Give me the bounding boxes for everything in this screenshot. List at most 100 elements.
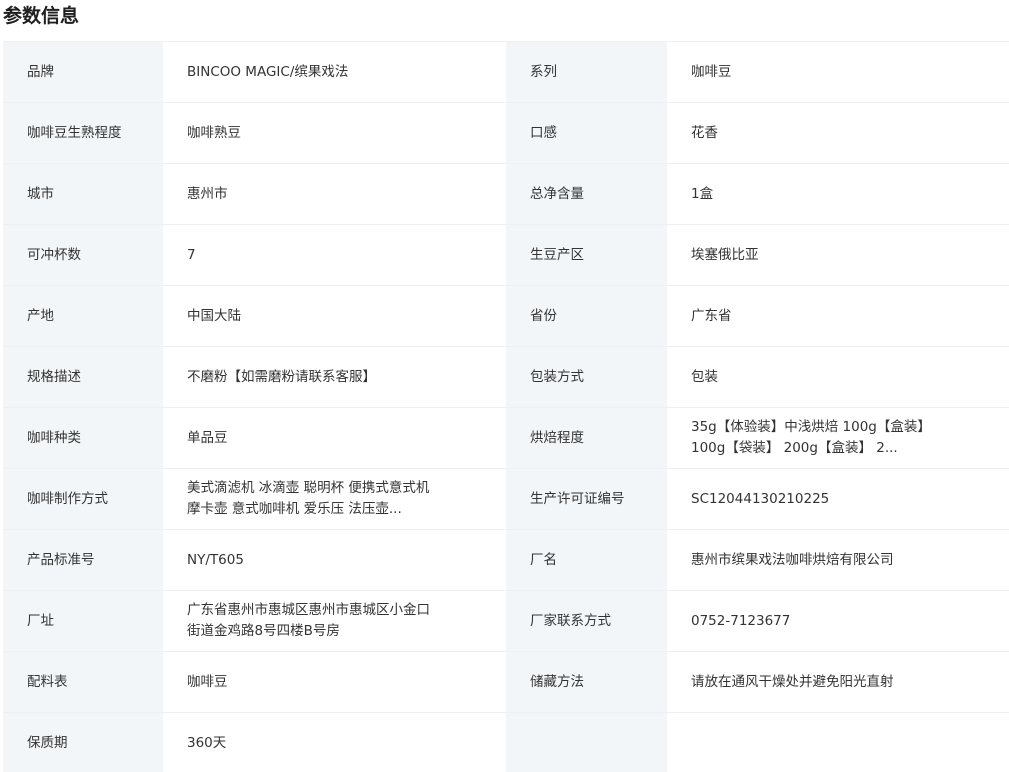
param-label-text: 城市 xyxy=(27,185,54,202)
params-table: 品牌 BINCOO MAGIC/缤果戏法 系列 咖啡豆 咖啡豆生熟程度 咖啡熟豆… xyxy=(3,41,1009,772)
param-value-text: 中国大陆 xyxy=(187,307,241,324)
param-value-text: 不磨粉【如需磨粉请联系客服】 xyxy=(187,368,376,385)
param-label: 厂址 xyxy=(3,591,163,651)
param-value: 请放在通风干燥处并避免阳光直射 xyxy=(667,652,1009,712)
param-label: 城市 xyxy=(3,164,163,224)
param-label: 规格描述 xyxy=(3,347,163,407)
param-label: 保质期 xyxy=(3,713,163,772)
param-value-text: 美式滴滤机 冰滴壶 聪明杯 便携式意式机 摩卡壶 意式咖啡机 爱乐压 法压壶..… xyxy=(187,480,430,517)
param-value: SC12044130210225 xyxy=(667,469,1009,529)
param-value-text: 单品豆 xyxy=(187,429,228,446)
param-value-text: SC12044130210225 xyxy=(691,490,830,507)
param-label-text: 厂名 xyxy=(530,551,557,568)
param-label: 烘焙程度 xyxy=(506,408,667,468)
param-value: 中国大陆 xyxy=(163,286,506,346)
params-page: 参数信息 品牌 BINCOO MAGIC/缤果戏法 系列 咖啡豆 咖啡豆生熟程度… xyxy=(0,0,1009,772)
table-row: 咖啡制作方式 美式滴滤机 冰滴壶 聪明杯 便携式意式机 摩卡壶 意式咖啡机 爱乐… xyxy=(3,469,1009,530)
param-label-text: 厂家联系方式 xyxy=(530,612,611,629)
param-value: 0752-7123677 xyxy=(667,591,1009,651)
param-label: 产地 xyxy=(3,286,163,346)
param-label-text: 烘焙程度 xyxy=(530,429,584,446)
param-label: 系列 xyxy=(506,42,667,102)
param-label: 品牌 xyxy=(3,42,163,102)
param-label-text: 品牌 xyxy=(27,63,54,80)
param-label-text: 储藏方法 xyxy=(530,673,584,690)
param-label-text: 咖啡豆生熟程度 xyxy=(27,124,122,141)
param-value-text: 35g【体验装】中浅烘焙 100g【盒装】 100g【袋装】 200g【盒装】 … xyxy=(691,419,931,456)
table-row: 产地 中国大陆 省份 广东省 xyxy=(3,286,1009,347)
param-value-text: BINCOO MAGIC/缤果戏法 xyxy=(187,63,349,80)
param-label: 口感 xyxy=(506,103,667,163)
param-value-text: 埃塞俄比亚 xyxy=(691,246,759,263)
param-value-text: NY/T605 xyxy=(187,551,244,568)
param-label-text: 厂址 xyxy=(27,612,54,629)
param-value: 单品豆 xyxy=(163,408,506,468)
param-value: 包装 xyxy=(667,347,1009,407)
table-row: 厂址 广东省惠州市惠城区惠州市惠城区小金口街道金鸡路8号四楼B号房 厂家联系方式… xyxy=(3,591,1009,652)
param-value: 咖啡豆 xyxy=(667,42,1009,102)
param-value: 35g【体验装】中浅烘焙 100g【盒装】 100g【袋装】 200g【盒装】 … xyxy=(667,408,1009,468)
param-label-text: 咖啡种类 xyxy=(27,429,81,446)
param-value: 埃塞俄比亚 xyxy=(667,225,1009,285)
param-label: 省份 xyxy=(506,286,667,346)
param-label-text: 省份 xyxy=(530,307,557,324)
param-label: 咖啡制作方式 xyxy=(3,469,163,529)
param-value-text: 咖啡豆 xyxy=(187,673,228,690)
param-value: 360天 xyxy=(163,713,506,772)
param-label-text: 产地 xyxy=(27,307,54,324)
param-value-text: 包装 xyxy=(691,368,718,385)
param-value: 1盒 xyxy=(667,164,1009,224)
param-value: 广东省 xyxy=(667,286,1009,346)
param-label: 生产许可证编号 xyxy=(506,469,667,529)
param-value-text: 7 xyxy=(187,246,196,263)
param-label: 总净含量 xyxy=(506,164,667,224)
param-label-text: 产品标准号 xyxy=(27,551,95,568)
param-value: 美式滴滤机 冰滴壶 聪明杯 便携式意式机 摩卡壶 意式咖啡机 爱乐压 法压壶..… xyxy=(163,469,506,529)
param-value-text: 惠州市 xyxy=(187,185,228,202)
param-value: 花香 xyxy=(667,103,1009,163)
param-label-text: 总净含量 xyxy=(530,185,584,202)
param-value: BINCOO MAGIC/缤果戏法 xyxy=(163,42,506,102)
param-value-text: 咖啡熟豆 xyxy=(187,124,241,141)
param-label-text: 生产许可证编号 xyxy=(530,490,625,507)
param-label-text: 系列 xyxy=(530,63,557,80)
param-value: 咖啡豆 xyxy=(163,652,506,712)
param-label: 咖啡豆生熟程度 xyxy=(3,103,163,163)
param-label: 厂家联系方式 xyxy=(506,591,667,651)
table-row: 可冲杯数 7 生豆产区 埃塞俄比亚 xyxy=(3,225,1009,286)
table-row: 配料表 咖啡豆 储藏方法 请放在通风干燥处并避免阳光直射 xyxy=(3,652,1009,713)
param-label: 生豆产区 xyxy=(506,225,667,285)
param-value-text: 惠州市缤果戏法咖啡烘焙有限公司 xyxy=(691,551,894,568)
param-label-text: 咖啡制作方式 xyxy=(27,490,108,507)
param-label-text: 包装方式 xyxy=(530,368,584,385)
param-value-text: 广东省惠州市惠城区惠州市惠城区小金口街道金鸡路8号四楼B号房 xyxy=(187,602,430,639)
section-title: 参数信息 xyxy=(3,5,80,27)
param-value: 咖啡熟豆 xyxy=(163,103,506,163)
table-row: 品牌 BINCOO MAGIC/缤果戏法 系列 咖啡豆 xyxy=(3,42,1009,103)
param-value-text: 360天 xyxy=(187,734,227,751)
param-label-text: 规格描述 xyxy=(27,368,81,385)
param-value: 惠州市 xyxy=(163,164,506,224)
param-label: 包装方式 xyxy=(506,347,667,407)
param-label: 储藏方法 xyxy=(506,652,667,712)
param-label: 厂名 xyxy=(506,530,667,590)
table-row: 咖啡种类 单品豆 烘焙程度 35g【体验装】中浅烘焙 100g【盒装】 100g… xyxy=(3,408,1009,469)
param-value: 广东省惠州市惠城区惠州市惠城区小金口街道金鸡路8号四楼B号房 xyxy=(163,591,506,651)
param-label: 产品标准号 xyxy=(3,530,163,590)
table-row: 规格描述 不磨粉【如需磨粉请联系客服】 包装方式 包装 xyxy=(3,347,1009,408)
param-label-text: 口感 xyxy=(530,124,557,141)
param-value-text: 广东省 xyxy=(691,307,732,324)
table-row: 城市 惠州市 总净含量 1盒 xyxy=(3,164,1009,225)
param-value-text: 1盒 xyxy=(691,185,714,202)
param-label-text: 保质期 xyxy=(27,734,68,751)
param-label: 配料表 xyxy=(3,652,163,712)
param-value: 惠州市缤果戏法咖啡烘焙有限公司 xyxy=(667,530,1009,590)
param-value: NY/T605 xyxy=(163,530,506,590)
param-value-empty xyxy=(667,713,1009,772)
param-value-text: 0752-7123677 xyxy=(691,612,791,629)
param-value: 7 xyxy=(163,225,506,285)
param-label-text: 配料表 xyxy=(27,673,68,690)
table-row: 保质期 360天 xyxy=(3,713,1009,772)
param-value: 不磨粉【如需磨粉请联系客服】 xyxy=(163,347,506,407)
table-row: 产品标准号 NY/T605 厂名 惠州市缤果戏法咖啡烘焙有限公司 xyxy=(3,530,1009,591)
